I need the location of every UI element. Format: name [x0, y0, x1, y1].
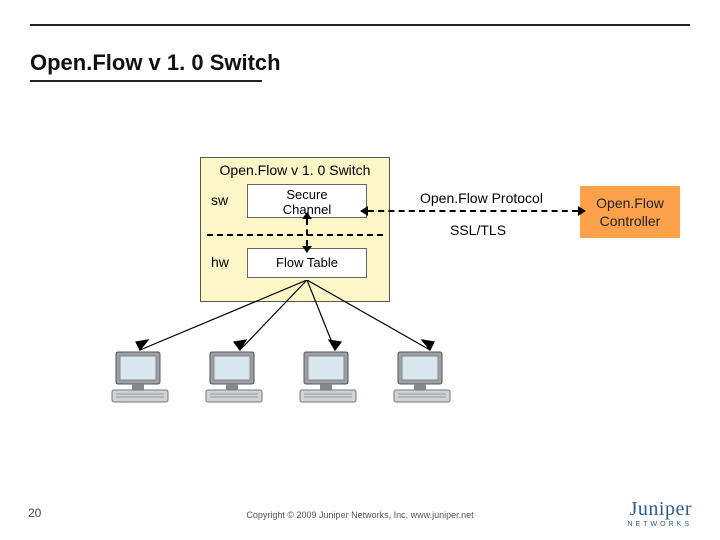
sw-hw-divider: [207, 234, 383, 236]
secure-to-controller-link: [368, 210, 578, 212]
computer-icon: [298, 350, 358, 406]
controller-line1: Open.Flow: [596, 195, 664, 211]
sw-label: sw: [211, 192, 228, 208]
ssl-label: SSL/TLS: [450, 222, 506, 238]
logo-brand: Juniper: [628, 498, 692, 521]
computer-icon: [204, 350, 264, 406]
protocol-label: Open.Flow Protocol: [420, 190, 543, 206]
controller-box: Open.Flow Controller: [580, 186, 680, 238]
juniper-logo: Juniper NETWORKS: [628, 498, 692, 528]
secure-to-flowtable-link: [306, 219, 308, 246]
computer-icon: [392, 350, 452, 406]
hw-label: hw: [211, 254, 229, 270]
controller-line2: Controller: [600, 213, 661, 229]
top-rule: [30, 24, 690, 26]
page-title: Open.Flow v 1. 0 Switch: [30, 50, 281, 76]
title-underline: [30, 80, 262, 82]
logo-sub: NETWORKS: [628, 521, 692, 528]
copyright: Copyright © 2009 Juniper Networks, Inc. …: [0, 510, 720, 520]
switch-box-title: Open.Flow v 1. 0 Switch: [201, 162, 389, 178]
computer-icon: [110, 350, 170, 406]
hosts-row: [110, 350, 452, 406]
flow-table-label: Flow Table: [276, 255, 338, 270]
